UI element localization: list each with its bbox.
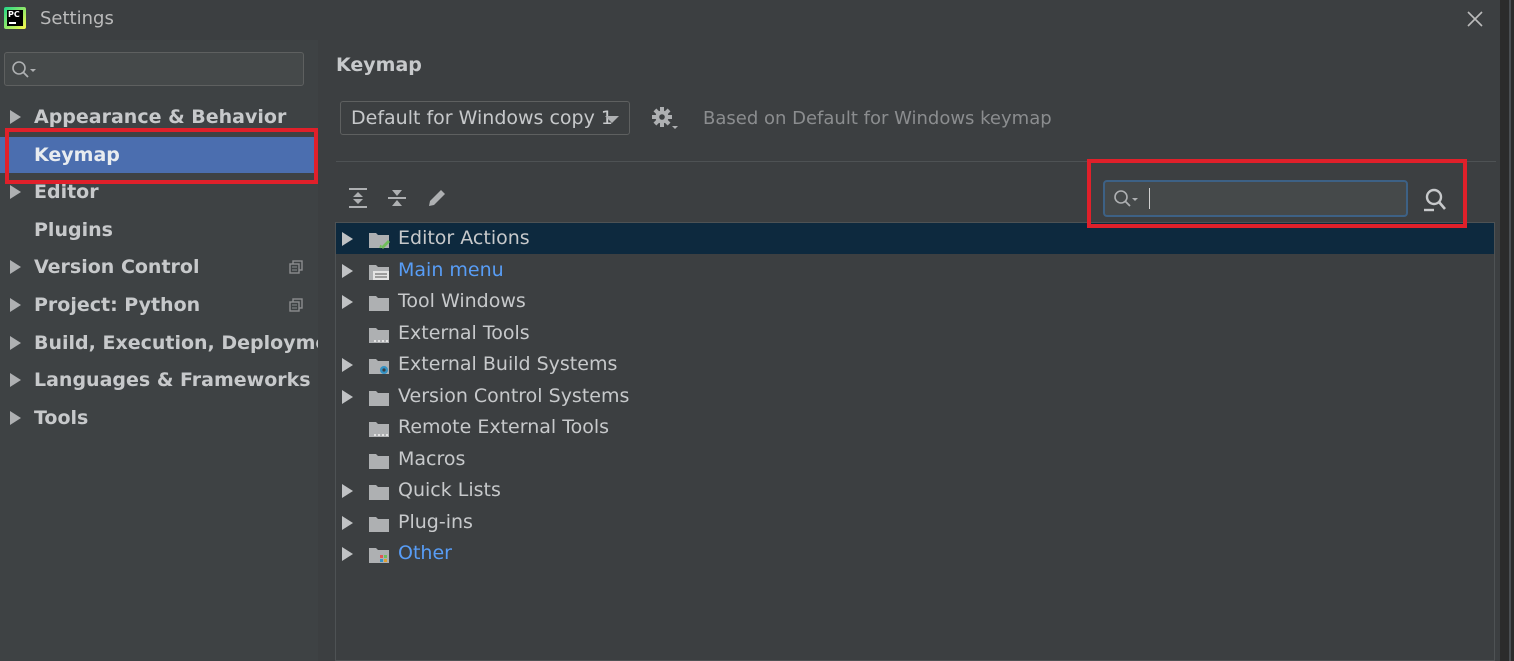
folder-other-icon — [369, 548, 389, 563]
expand-arrow-icon[interactable] — [342, 484, 353, 498]
find-by-shortcut-button[interactable] — [1421, 187, 1449, 213]
sidebar-item-project-python[interactable]: Project: Python — [0, 287, 318, 323]
sidebar-item-label: Plugins — [34, 219, 113, 241]
sidebar-item-label: Languages & Frameworks — [34, 369, 311, 391]
collapse-all-button[interactable] — [385, 186, 409, 210]
tree-row-label: Plug-ins — [398, 511, 473, 533]
expand-arrow-icon[interactable] — [10, 411, 21, 425]
tree-row-label: Other — [398, 542, 452, 564]
keymap-panel: Keymap Default for Windows copy 1 Based … — [318, 40, 1500, 661]
project-level-icon — [289, 260, 303, 274]
pycharm-logo-icon: PC — [4, 7, 26, 29]
tree-row-label: Remote External Tools — [398, 416, 610, 438]
folder-icon — [369, 391, 389, 406]
expand-arrow-icon[interactable] — [342, 516, 353, 530]
folder-gear-icon — [369, 359, 389, 374]
folder-icon — [369, 517, 389, 532]
tree-row-other[interactable]: Other — [336, 538, 1494, 569]
chevron-down-icon — [605, 116, 619, 123]
find-by-shortcut-icon — [1424, 188, 1446, 212]
tree-row-label: External Build Systems — [398, 353, 618, 375]
tree-row-label: Quick Lists — [398, 479, 501, 501]
tree-row-label: External Tools — [398, 322, 530, 344]
folder-icon — [369, 454, 389, 469]
folder-edit-icon — [369, 233, 390, 249]
sidebar-item-plugins[interactable]: Plugins — [0, 212, 318, 248]
keymap-dropdown-value: Default for Windows copy 1 — [351, 107, 613, 129]
sidebar-item-label: Keymap — [34, 144, 120, 166]
tree-row-main-menu[interactable]: Main menu — [336, 255, 1494, 286]
folder-icon — [369, 296, 389, 311]
expand-arrow-icon[interactable] — [342, 547, 353, 561]
expand-arrow-icon[interactable] — [342, 358, 353, 372]
expand-arrow-icon[interactable] — [10, 260, 21, 274]
divider — [336, 161, 1496, 162]
folder-tools-icon — [369, 328, 389, 343]
sidebar-item-tools[interactable]: Tools — [0, 400, 318, 436]
close-button[interactable] — [1462, 6, 1488, 32]
expand-arrow-icon[interactable] — [342, 232, 353, 246]
sidebar-item-label: Build, Execution, Deployment — [34, 332, 351, 354]
sidebar-item-editor[interactable]: Editor — [0, 174, 318, 210]
tree-row-plug-ins[interactable]: Plug-ins — [336, 507, 1494, 538]
expand-arrow-icon[interactable] — [342, 390, 353, 404]
tree-row-label: Tool Windows — [398, 290, 526, 312]
tree-row-tool-windows[interactable]: Tool Windows — [336, 286, 1494, 317]
pencil-icon — [429, 190, 445, 206]
tree-row-quick-lists[interactable]: Quick Lists — [336, 475, 1494, 506]
action-search-input[interactable] — [1103, 180, 1408, 217]
folder-icon — [369, 485, 389, 500]
page-title: Keymap — [336, 54, 422, 76]
tree-row-label: Editor Actions — [398, 227, 530, 249]
tree-row-external-build-systems[interactable]: External Build Systems — [336, 349, 1494, 380]
sidebar-search-input[interactable] — [4, 52, 304, 86]
sidebar-item-appearance-behavior[interactable]: Appearance & Behavior — [0, 99, 318, 135]
title-bar: PC Settings — [0, 0, 1500, 40]
tree-row-label: Version Control Systems — [398, 385, 630, 407]
expand-arrow-icon[interactable] — [342, 264, 353, 278]
search-icon — [12, 61, 36, 78]
tree-row-macros[interactable]: Macros — [336, 444, 1494, 475]
folder-tools-icon — [369, 422, 389, 437]
project-level-icon — [289, 298, 303, 312]
keymap-dropdown[interactable]: Default for Windows copy 1 — [340, 101, 630, 135]
tree-row-version-control-systems[interactable]: Version Control Systems — [336, 381, 1494, 412]
tree-row-label: Macros — [398, 448, 466, 470]
sidebar-item-build-execution-deployment[interactable]: Build, Execution, Deployment — [0, 325, 351, 361]
settings-sidebar: Appearance & Behavior Keymap Editor Plugins… — [0, 40, 351, 661]
window-edge — [1500, 0, 1514, 661]
expand-all-button[interactable] — [346, 186, 370, 210]
action-tree: Editor Actions Main menu Tool Windows Exter… — [335, 222, 1495, 661]
sidebar-item-label: Project: Python — [34, 294, 201, 316]
sidebar-item-label: Appearance & Behavior — [34, 106, 287, 128]
expand-arrow-icon[interactable] — [10, 185, 21, 199]
sidebar-item-version-control[interactable]: Version Control — [0, 249, 318, 285]
expand-arrow-icon[interactable] — [10, 336, 21, 350]
expand-all-icon — [349, 188, 367, 208]
sidebar-item-keymap[interactable]: Keymap — [0, 137, 318, 173]
expand-arrow-icon[interactable] — [342, 295, 353, 309]
expand-arrow-icon[interactable] — [10, 110, 21, 124]
collapse-all-icon — [388, 190, 406, 206]
sidebar-item-languages-frameworks[interactable]: Languages & Frameworks — [0, 362, 318, 398]
edit-shortcut-button[interactable] — [425, 186, 449, 210]
expand-arrow-icon[interactable] — [10, 298, 21, 312]
expand-arrow-icon[interactable] — [10, 373, 21, 387]
search-icon — [1114, 190, 1138, 207]
sidebar-item-label: Version Control — [34, 256, 200, 278]
window-title: Settings — [40, 8, 114, 29]
sidebar-item-label: Editor — [34, 181, 99, 203]
folder-menu-icon — [369, 265, 389, 280]
tree-row-external-tools[interactable]: External Tools — [336, 318, 1494, 349]
tree-row-editor-actions[interactable]: Editor Actions — [336, 223, 1494, 254]
based-on-text: Based on Default for Windows keymap — [703, 108, 1052, 129]
close-icon — [1467, 11, 1483, 27]
keymap-settings-button[interactable] — [651, 106, 681, 132]
gear-icon — [652, 107, 678, 129]
tree-row-remote-external-tools[interactable]: Remote External Tools — [336, 412, 1494, 443]
sidebar-item-label: Tools — [34, 407, 89, 429]
tree-row-label: Main menu — [398, 259, 504, 281]
text-cursor — [1149, 188, 1150, 209]
